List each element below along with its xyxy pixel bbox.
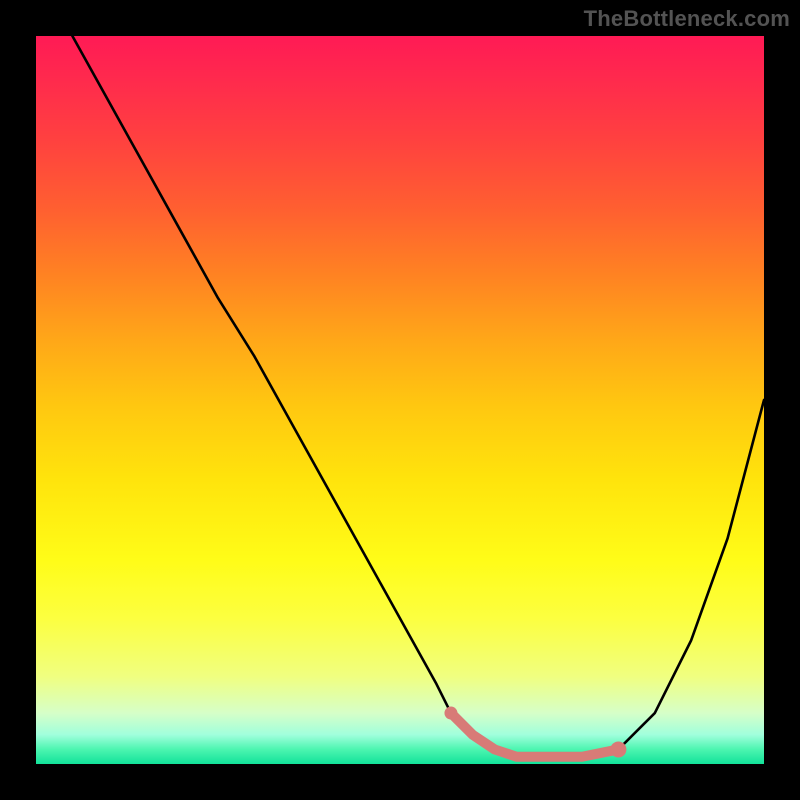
watermark-label: TheBottleneck.com bbox=[584, 6, 790, 32]
highlight-segment bbox=[451, 713, 618, 757]
curve-svg bbox=[36, 36, 764, 764]
highlight-dot bbox=[444, 707, 457, 720]
plot-area bbox=[36, 36, 764, 764]
highlight-dot bbox=[610, 741, 626, 757]
bottleneck-curve bbox=[72, 36, 764, 757]
highlight-dots bbox=[444, 707, 626, 758]
chart-container: TheBottleneck.com bbox=[0, 0, 800, 800]
